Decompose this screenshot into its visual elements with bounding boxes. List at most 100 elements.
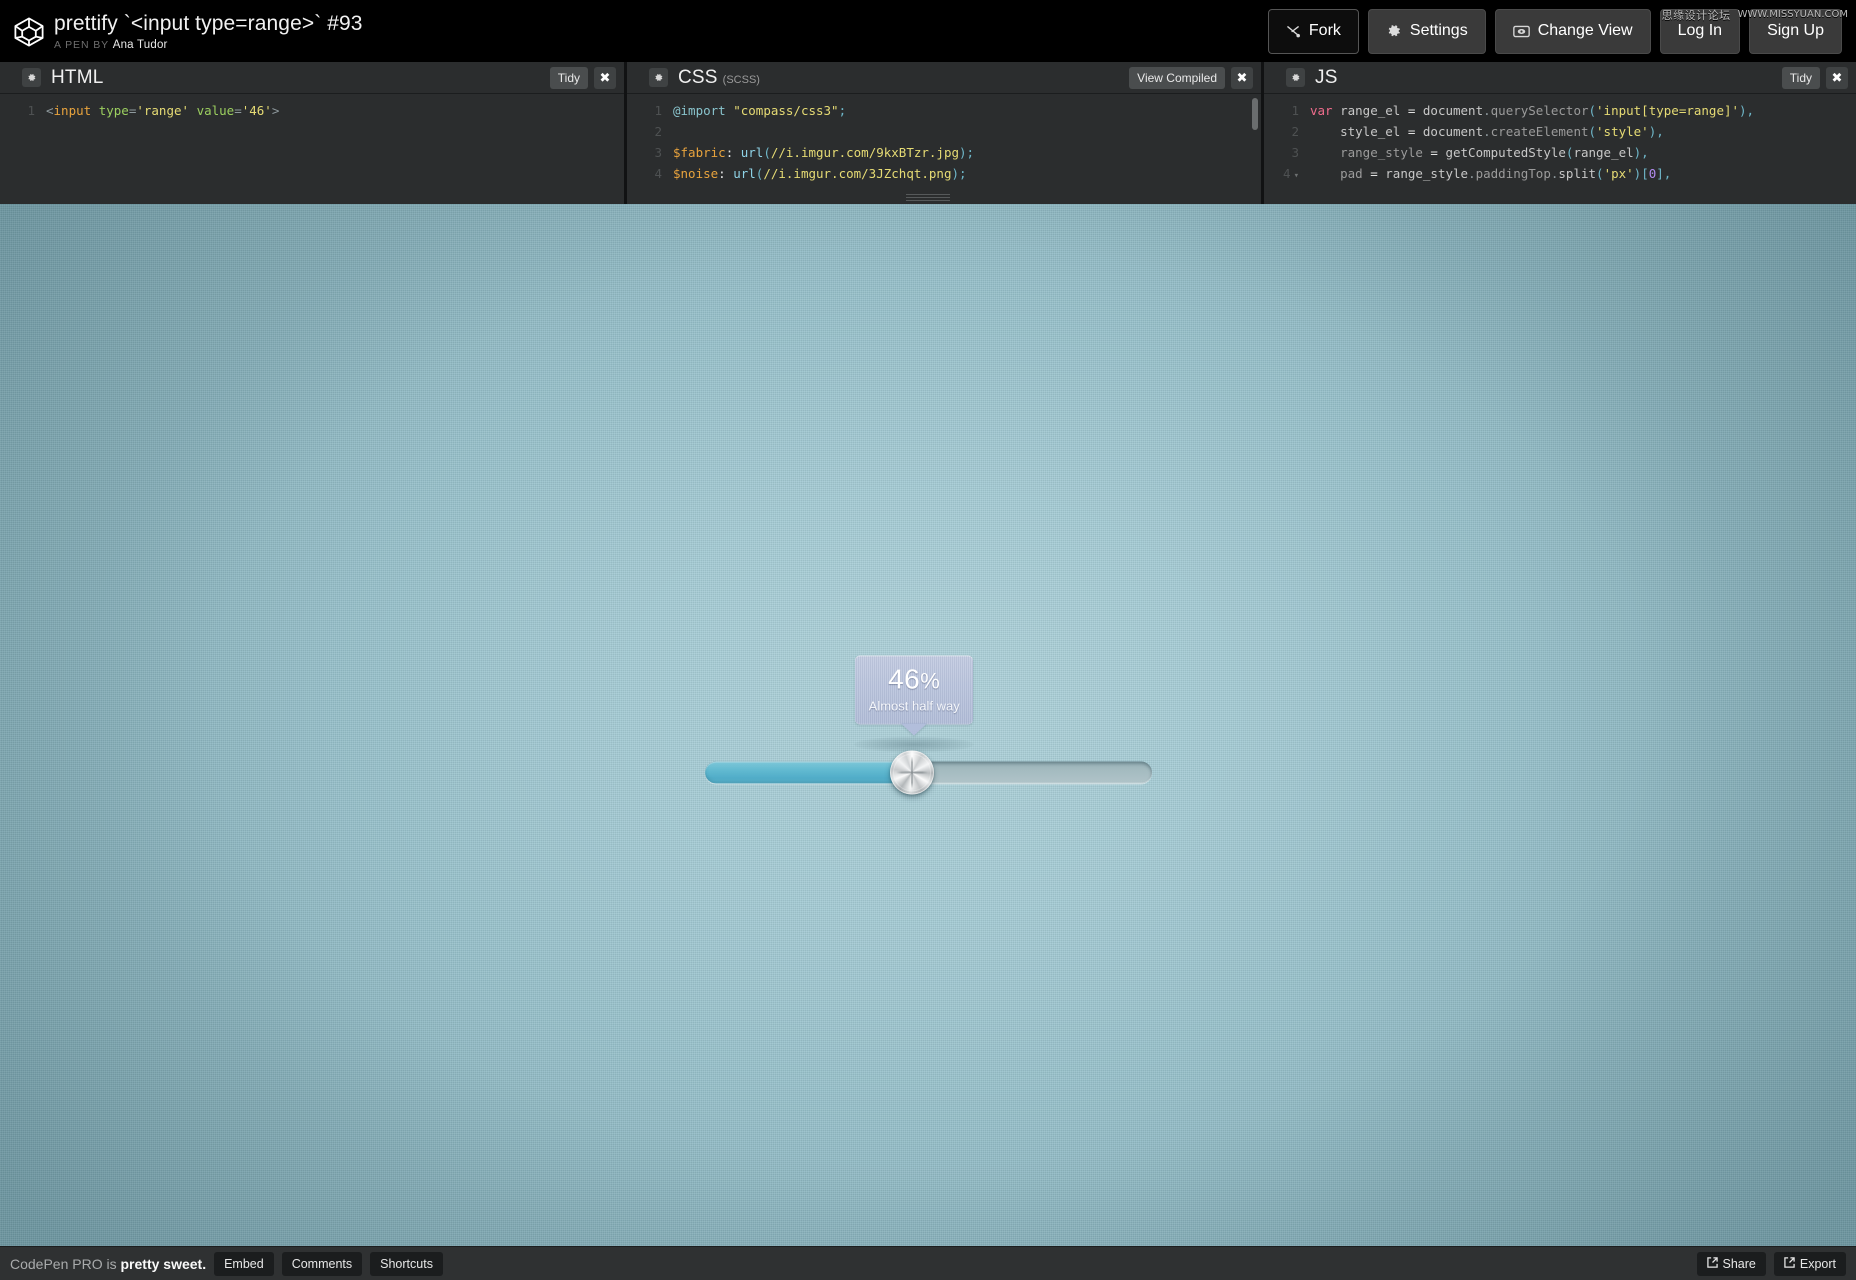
gear-icon[interactable] <box>649 68 668 87</box>
gear-icon <box>1386 23 1402 39</box>
code-line: 2 <box>627 121 1261 142</box>
comments-button-label: Comments <box>291 1256 353 1271</box>
editor-action-button-js[interactable]: Tidy <box>1781 66 1820 89</box>
editor-title-js: JS <box>1315 66 1338 88</box>
editor-header-actions-html: Tidy ✖ <box>549 66 616 89</box>
close-icon[interactable]: ✖ <box>1826 66 1848 89</box>
line-number: 3 <box>654 145 662 160</box>
brand-text: prettify `<input type=range>` #93 A PEN … <box>54 11 363 52</box>
editor-pane-js: JS Tidy ✖ 1 var range_el = document.querySel… <box>1264 62 1856 204</box>
editor-action-button-css[interactable]: View Compiled <box>1129 66 1225 89</box>
code-text: var range_el = document.querySelector('i… <box>1310 103 1755 118</box>
close-icon[interactable]: ✖ <box>1231 66 1253 89</box>
pro-promo-text: CodePen PRO is pretty sweet. <box>10 1256 206 1272</box>
editor-header-html: HTML Tidy ✖ <box>0 62 624 94</box>
range-tooltip-percent-sign: % <box>920 668 941 694</box>
share-button[interactable]: Share <box>1696 1251 1766 1276</box>
result-preview-iframe[interactable]: 46% Almost half way <box>0 204 1856 1246</box>
range-track-fill <box>704 761 913 784</box>
line-number: 3 <box>1291 145 1299 160</box>
code-text: range_style = getComputedStyle(range_el)… <box>1340 145 1649 160</box>
pro-promo-strong: pretty sweet. <box>120 1255 207 1272</box>
editor-header-actions-css: View Compiled ✖ <box>1129 66 1253 89</box>
editor-header-js: JS Tidy ✖ <box>1264 62 1856 94</box>
editor-resize-handle[interactable] <box>906 192 950 203</box>
export-button[interactable]: Export <box>1773 1251 1846 1276</box>
author-link[interactable]: Ana Tudor <box>113 39 168 51</box>
code-line: 1 @import "compass/css3"; <box>627 100 1261 121</box>
code-area-html[interactable]: 1 <input type='range' value='46'> <box>0 94 624 204</box>
line-number: 1 <box>1291 103 1299 118</box>
comments-button[interactable]: Comments <box>281 1251 363 1276</box>
editor-header-actions-js: Tidy ✖ <box>1781 66 1848 89</box>
log-in-button-label: Log In <box>1677 22 1723 39</box>
editor-title-css: CSS <box>678 66 718 88</box>
pro-promo-prefix: CodePen PRO is <box>10 1255 121 1272</box>
page-title: prettify `<input type=range>` #93 <box>54 11 363 35</box>
fork-button-label: Fork <box>1308 22 1341 39</box>
code-text: $noise: url(//i.imgur.com/3JZchqt.png); <box>673 166 967 181</box>
embed-button-label: Embed <box>224 1256 264 1271</box>
embed-button[interactable]: Embed <box>214 1251 274 1276</box>
fork-button[interactable]: Fork <box>1267 8 1359 54</box>
code-area-css[interactable]: 1 @import "compass/css3"; 2 3 $fabric: url(/… <box>627 94 1261 204</box>
code-line: 2 style_el = document.createElement('sty… <box>1264 121 1856 142</box>
editor-preprocessor-css: (SCSS) <box>722 74 760 86</box>
range-thumb[interactable] <box>889 750 934 795</box>
code-area-js[interactable]: 1 var range_el = document.querySelector('… <box>1264 94 1856 204</box>
editor-scrollbar[interactable] <box>1252 98 1258 130</box>
range-tooltip-number: 46 <box>888 663 921 695</box>
code-text: @import "compass/css3"; <box>673 103 847 118</box>
code-text: <input type='range' value='46'> <box>46 103 280 118</box>
shortcuts-button-label: Shortcuts <box>380 1256 433 1271</box>
settings-button[interactable]: Settings <box>1367 8 1486 54</box>
range-tooltip-label: Almost half way <box>868 698 960 714</box>
codepen-logo-icon[interactable] <box>12 15 46 49</box>
footer-right-group: Share Export <box>1696 1251 1846 1276</box>
line-number: 2 <box>654 124 662 139</box>
log-in-button[interactable]: Log In <box>1659 8 1741 54</box>
code-text: pad = range_style.paddingTop.split('px')… <box>1340 166 1672 181</box>
byline-prefix: A PEN BY <box>54 38 109 51</box>
sign-up-button-label: Sign Up <box>1767 22 1824 39</box>
sign-up-button[interactable]: Sign Up <box>1749 8 1842 54</box>
line-number: 4 ▾ <box>1283 166 1299 181</box>
code-line: 3 range_style = getComputedStyle(range_e… <box>1264 142 1856 163</box>
export-button-label: Export <box>1799 1256 1836 1271</box>
topbar-actions: Fork Settings Change View Log In Sign Up… <box>1267 8 1856 54</box>
code-text: $fabric: url(//i.imgur.com/9kxBTzr.jpg); <box>673 145 975 160</box>
code-line: 3 $fabric: url(//i.imgur.com/9kxBTzr.jpg)… <box>627 142 1261 163</box>
code-line: 1 var range_el = document.querySelector('… <box>1264 100 1856 121</box>
range-tooltip-wrapper: 46% Almost half way <box>854 655 975 753</box>
editor-header-css: CSS (SCSS) View Compiled ✖ <box>627 62 1261 94</box>
line-number: 1 <box>654 103 662 118</box>
fork-icon <box>1286 24 1301 39</box>
gear-icon[interactable] <box>1286 68 1305 87</box>
code-text: style_el = document.createElement('style… <box>1340 124 1664 139</box>
line-number: 4 <box>654 166 662 181</box>
range-thumb-ring <box>893 754 931 792</box>
footer-bar: CodePen PRO is pretty sweet. Embed Comme… <box>0 1246 1856 1280</box>
close-icon[interactable]: ✖ <box>594 66 616 89</box>
line-number: 2 <box>1291 124 1299 139</box>
range-slider-widget: 46% Almost half way <box>693 655 1163 795</box>
line-number: 1 <box>27 103 35 118</box>
editor-title-html: HTML <box>51 66 104 88</box>
editor-action-button-html[interactable]: Tidy <box>549 66 588 89</box>
footer-left-group: CodePen PRO is pretty sweet. Embed Comme… <box>10 1251 443 1276</box>
range-tooltip: 46% Almost half way <box>855 655 974 736</box>
external-link-icon <box>1706 1256 1718 1271</box>
code-line: 4 ▾ pad = range_style.paddingTop.split('p… <box>1264 163 1856 187</box>
top-bar: prettify `<input type=range>` #93 A PEN … <box>0 0 1856 62</box>
gear-icon[interactable] <box>22 68 41 87</box>
pen-byline: A PEN BY Ana Tudor <box>54 38 363 52</box>
change-view-button[interactable]: Change View <box>1494 8 1651 54</box>
change-view-button-label: Change View <box>1537 22 1633 39</box>
fold-arrow-icon[interactable]: ▾ <box>1294 171 1299 181</box>
range-input-row[interactable] <box>704 750 1152 795</box>
shortcuts-button[interactable]: Shortcuts <box>370 1251 443 1276</box>
code-line: 1 <input type='range' value='46'> <box>0 100 624 121</box>
settings-button-label: Settings <box>1409 22 1468 39</box>
editor-panes: HTML Tidy ✖ 1 <input type='range' value='46'… <box>0 62 1856 204</box>
range-tooltip-value: 46% <box>865 663 963 697</box>
